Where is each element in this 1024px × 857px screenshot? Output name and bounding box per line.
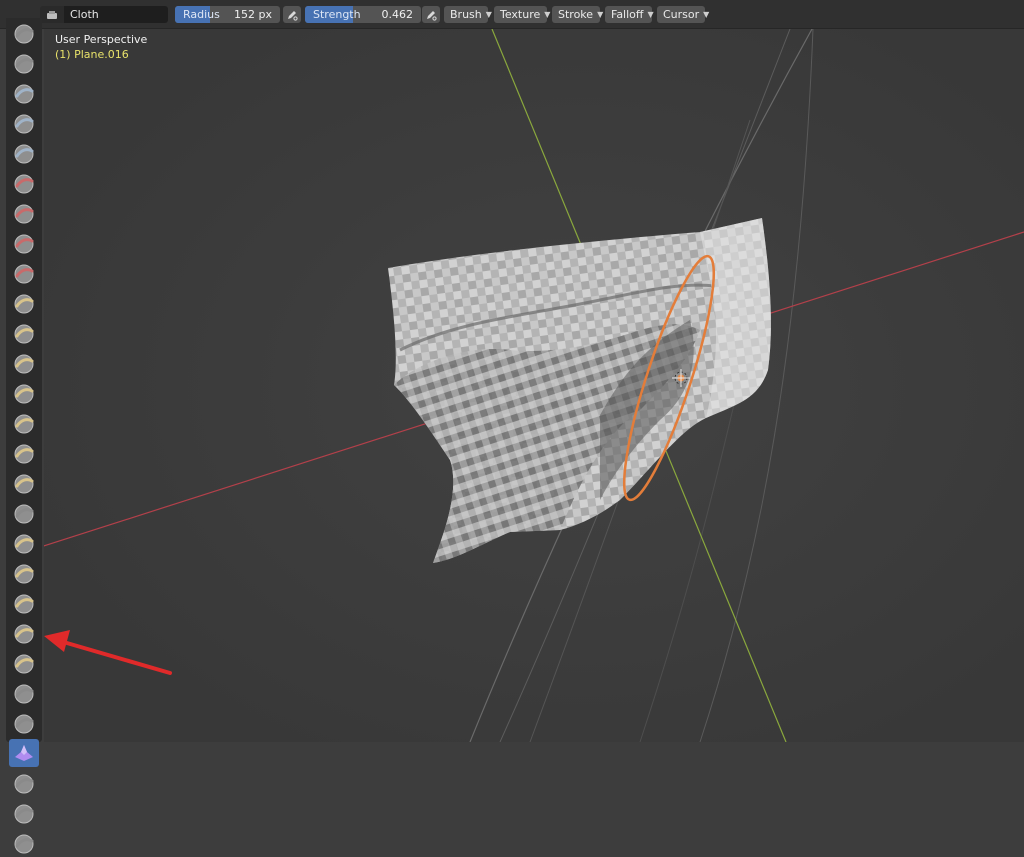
- chevron-down-icon: ▼: [544, 10, 551, 19]
- brush-menu[interactable]: Brush ▼: [444, 6, 492, 23]
- tool-snake-hook-button[interactable]: [9, 529, 39, 557]
- layer-icon: [13, 172, 35, 194]
- tool-clay-strips-button[interactable]: [9, 109, 39, 137]
- tool-pose-button[interactable]: [9, 589, 39, 617]
- blob-icon: [13, 232, 35, 254]
- nudge-icon: [13, 622, 35, 644]
- strength-slider[interactable]: Strength 0.462: [305, 6, 421, 23]
- radius-value: 152 px: [234, 8, 272, 21]
- chevron-down-icon: ▼: [703, 10, 710, 19]
- tool-draw-sharp-button[interactable]: [9, 49, 39, 77]
- tool-boundary-button[interactable]: [9, 709, 39, 737]
- slide-relax-icon: [13, 682, 35, 704]
- multiplane-scrape-icon: [13, 412, 35, 434]
- flatten-icon: [13, 322, 35, 344]
- tool-cloth-button[interactable]: [9, 739, 39, 767]
- brush-menu-label: Brush: [450, 8, 482, 21]
- tool-draw-button[interactable]: [9, 19, 39, 47]
- elastic-deform-icon: [13, 502, 35, 524]
- clay-thumb-icon: [13, 142, 35, 164]
- falloff-menu[interactable]: Falloff ▼: [605, 6, 654, 23]
- strength-pressure-pen-icon[interactable]: [422, 6, 440, 23]
- cursor-menu-label: Cursor: [663, 8, 700, 21]
- simplify-icon: [13, 772, 35, 794]
- tool-rotate-button[interactable]: [9, 649, 39, 677]
- tool-inflate-button[interactable]: [9, 199, 39, 227]
- falloff-menu-label: Falloff: [611, 8, 644, 21]
- tool-smooth-button[interactable]: [9, 289, 39, 317]
- boundary-icon: [13, 712, 35, 734]
- draw-face-sets-icon: [13, 832, 35, 854]
- cursor-menu[interactable]: Cursor ▼: [657, 6, 709, 23]
- brush-selector[interactable]: Cloth: [40, 6, 168, 23]
- radius-label: Radius: [183, 8, 220, 21]
- cloth-icon: [13, 743, 35, 763]
- tool-multiplane-scrape-button[interactable]: [9, 409, 39, 437]
- tool-nudge-button[interactable]: [9, 619, 39, 647]
- stroke-menu[interactable]: Stroke ▼: [552, 6, 604, 23]
- sculpt-toolbar: [6, 18, 42, 854]
- draw-icon: [13, 22, 35, 44]
- snake-hook-icon: [13, 532, 35, 554]
- crease-icon: [13, 262, 35, 284]
- chevron-down-icon: ▼: [597, 10, 604, 19]
- strength-label: Strength: [313, 8, 361, 21]
- tool-clay-button[interactable]: [9, 79, 39, 107]
- tool-layer-button[interactable]: [9, 169, 39, 197]
- fill-icon: [13, 352, 35, 374]
- brush-name-field[interactable]: Cloth: [64, 6, 168, 23]
- stroke-menu-label: Stroke: [558, 8, 594, 21]
- tool-simplify-button[interactable]: [9, 769, 39, 797]
- chevron-down-icon: ▼: [485, 10, 492, 19]
- tool-fill-button[interactable]: [9, 349, 39, 377]
- tool-draw-face-sets-button[interactable]: [9, 829, 39, 857]
- texture-menu[interactable]: Texture ▼: [494, 6, 551, 23]
- tool-flatten-button[interactable]: [9, 319, 39, 347]
- tool-pinch-button[interactable]: [9, 439, 39, 467]
- thumb-icon: [13, 562, 35, 584]
- clay-strips-icon: [13, 112, 35, 134]
- clay-icon: [13, 82, 35, 104]
- 3d-viewport[interactable]: [44, 29, 1024, 742]
- tool-scrape-button[interactable]: [9, 379, 39, 407]
- tool-slide-relax-button[interactable]: [9, 679, 39, 707]
- rotate-icon: [13, 652, 35, 674]
- mask-icon: [13, 802, 35, 824]
- pinch-icon: [13, 442, 35, 464]
- tool-blob-button[interactable]: [9, 229, 39, 257]
- radius-pressure-pen-icon[interactable]: [283, 6, 301, 23]
- brush-icon[interactable]: [40, 6, 64, 23]
- strength-value: 0.462: [381, 8, 414, 21]
- chevron-down-icon: ▼: [647, 10, 654, 19]
- tool-thumb-button[interactable]: [9, 559, 39, 587]
- tool-grab-button[interactable]: [9, 469, 39, 497]
- pose-icon: [13, 592, 35, 614]
- inflate-icon: [13, 202, 35, 224]
- viewport-perspective-label: User Perspective: [55, 33, 148, 46]
- tool-clay-thumb-button[interactable]: [9, 139, 39, 167]
- active-object-label: (1) Plane.016: [55, 48, 129, 61]
- tool-mask-button[interactable]: [9, 799, 39, 827]
- smooth-icon: [13, 292, 35, 314]
- viewport-scene: [44, 29, 1024, 742]
- tool-crease-button[interactable]: [9, 259, 39, 287]
- grab-icon: [13, 472, 35, 494]
- radius-slider[interactable]: Radius 152 px: [175, 6, 280, 23]
- tool-elastic-deform-button[interactable]: [9, 499, 39, 527]
- texture-menu-label: Texture: [500, 8, 541, 21]
- tool-header: Cloth Radius 152 px Strength 0.462 Brush…: [0, 0, 1024, 29]
- draw-sharp-icon: [13, 52, 35, 74]
- scrape-icon: [13, 382, 35, 404]
